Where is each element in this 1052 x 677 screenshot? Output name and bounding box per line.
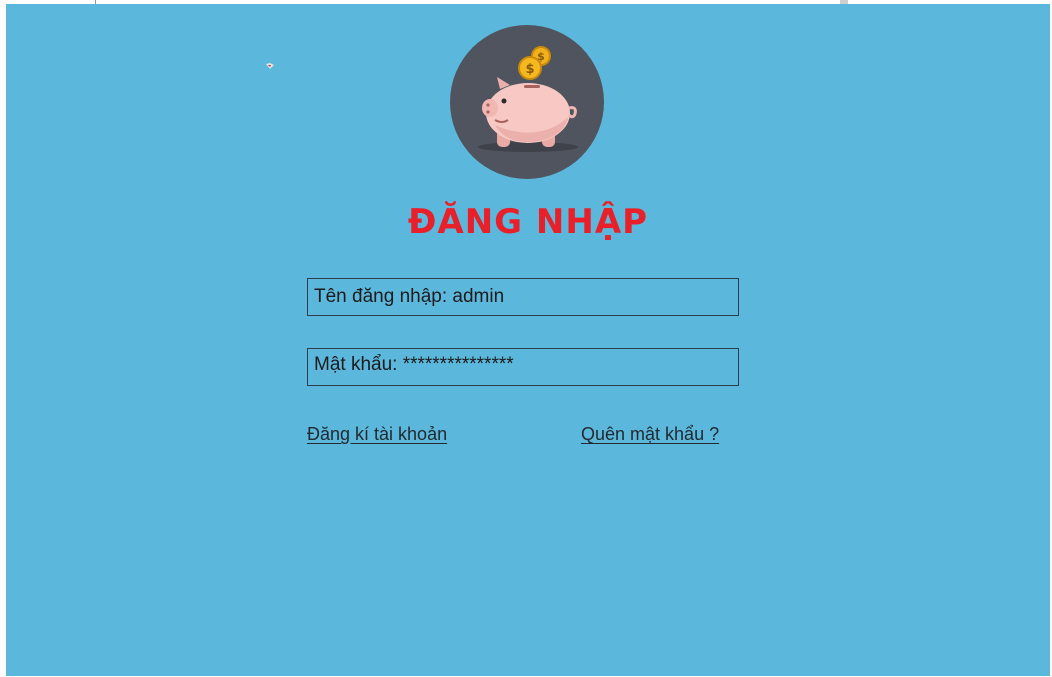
username-field[interactable]: Tên đăng nhập: admin xyxy=(307,278,739,316)
svg-text:$: $ xyxy=(525,62,534,77)
register-link[interactable]: Đăng kí tài khoản xyxy=(307,422,447,446)
login-panel: $ $ ĐĂNG NHẬP Tên đăng nhập: admin Mật k… xyxy=(6,4,1050,676)
page-title: ĐĂNG NHẬP xyxy=(407,202,649,242)
app-window: $ $ ĐĂNG NHẬP Tên đăng nhập: admin Mật k… xyxy=(0,0,1052,677)
piggy-bank-icon: $ $ xyxy=(450,25,604,179)
forgot-password-link[interactable]: Quên mật khẩu ? xyxy=(581,422,719,446)
password-field[interactable]: Mật khẩu: *************** xyxy=(307,348,739,386)
cursor-artifact-icon xyxy=(266,63,274,69)
